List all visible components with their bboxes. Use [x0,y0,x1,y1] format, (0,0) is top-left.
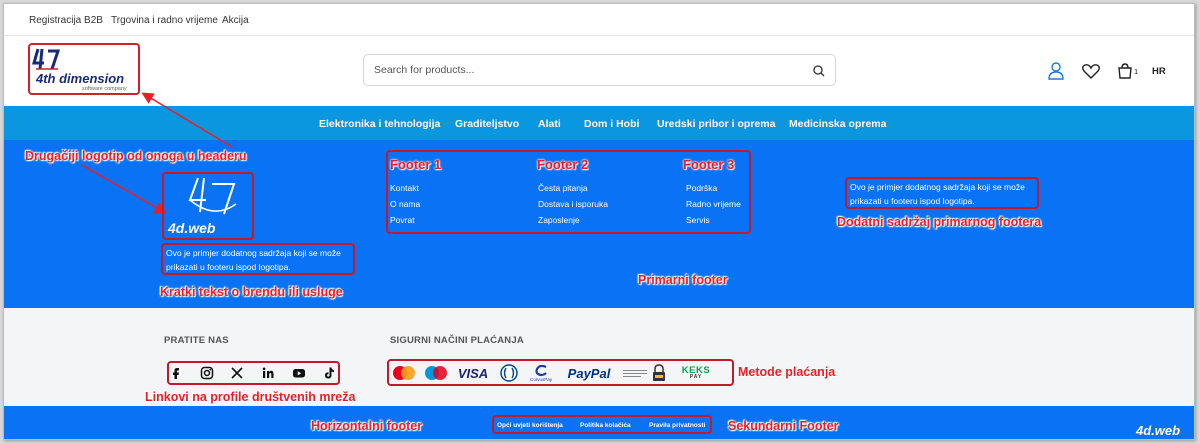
youtube-icon[interactable] [292,366,306,380]
footer-link-contact[interactable]: Kontakt [390,183,419,193]
diners-club-logo-icon [498,362,520,384]
footer-logo-mark-icon [188,177,237,215]
maestro-logo-icon [423,362,449,384]
mastercard-logo-icon [391,362,417,384]
secure-payment-badge-icon [622,362,648,384]
visa-logo: VISA [457,365,489,381]
facebook-icon[interactable] [169,366,183,380]
footer-link-support[interactable]: Podrška [686,183,717,193]
footer-link-cookie-policy[interactable]: Politika kolačića [580,422,631,429]
keks-pay-logo: KEKS PAY [681,364,711,381]
annotation-brand-text: Kratki tekst o brendu ili usluge [160,285,343,299]
brand-text-line-1: Ovo je primjer dodatnog sadržaja koji se… [166,248,341,258]
annotation-extra-content: Dodatni sadržaj primarnog footera [837,215,1042,229]
follow-us-title: PRATITE NAS [164,335,229,346]
social-links-frame [167,361,340,385]
annotation-secondary-footer: Sekundarni Footer [728,419,839,433]
x-icon[interactable] [230,366,244,380]
corvuspay-logo: CorvusPay [526,362,556,384]
annotation-primary-footer: Primarni footer [638,273,728,287]
paypal-logo: PayPal [567,365,611,381]
footer-link-service[interactable]: Servis [686,215,710,225]
instagram-icon[interactable] [200,366,214,380]
footer-column-3-title: Footer 3 [683,157,735,172]
footer-link-faq[interactable]: Česta pitanja [538,183,588,193]
footer-link-about[interactable]: O nama [390,199,420,209]
footer-link-delivery[interactable]: Dostava i isporuka [538,199,608,209]
brand-text-line-2: prikazati u footeru ispod logotipa. [166,262,291,272]
linkedin-icon[interactable] [261,366,275,380]
extra-content-line-2: prikazati u footeru ispod logotipa. [850,196,975,206]
footer-link-working-hours[interactable]: Radno vrijeme [686,199,741,209]
screenshot-frame: Registracija B2B Trgovina i radno vrijem… [3,3,1195,440]
extra-content-line-1: Ovo je primjer dodatnog sadržaja koji se… [850,182,1025,192]
tiktok-icon[interactable] [322,366,336,380]
footer-column-1-title: Footer 1 [390,157,442,172]
footer-link-returns[interactable]: Povrat [390,215,415,225]
footer-link-jobs[interactable]: Zaposlenje [538,215,580,225]
watermark-logo: 4d.web [1136,423,1181,438]
footer-logo-text: 4d.web [168,220,216,236]
annotation-payment-methods: Metode plaćanja [738,365,836,379]
annotation-horizontal-footer: Horizontalni footer [311,419,423,433]
footer-link-privacy[interactable]: Pravila privatnosti [649,422,705,429]
annotation-social-links: Linkovi na profile društvenih mreža [145,390,356,404]
footer-column-2-title: Footer 2 [537,157,589,172]
webpay-lock-icon [650,362,668,384]
footer-link-terms[interactable]: Opći uvjeti korištenja [497,422,563,429]
secure-payments-title: SIGURNI NAČINI PLAĆANJA [390,335,524,346]
annotation-logo-different: Drugačiji logotip od onoga u headeru [25,149,247,163]
